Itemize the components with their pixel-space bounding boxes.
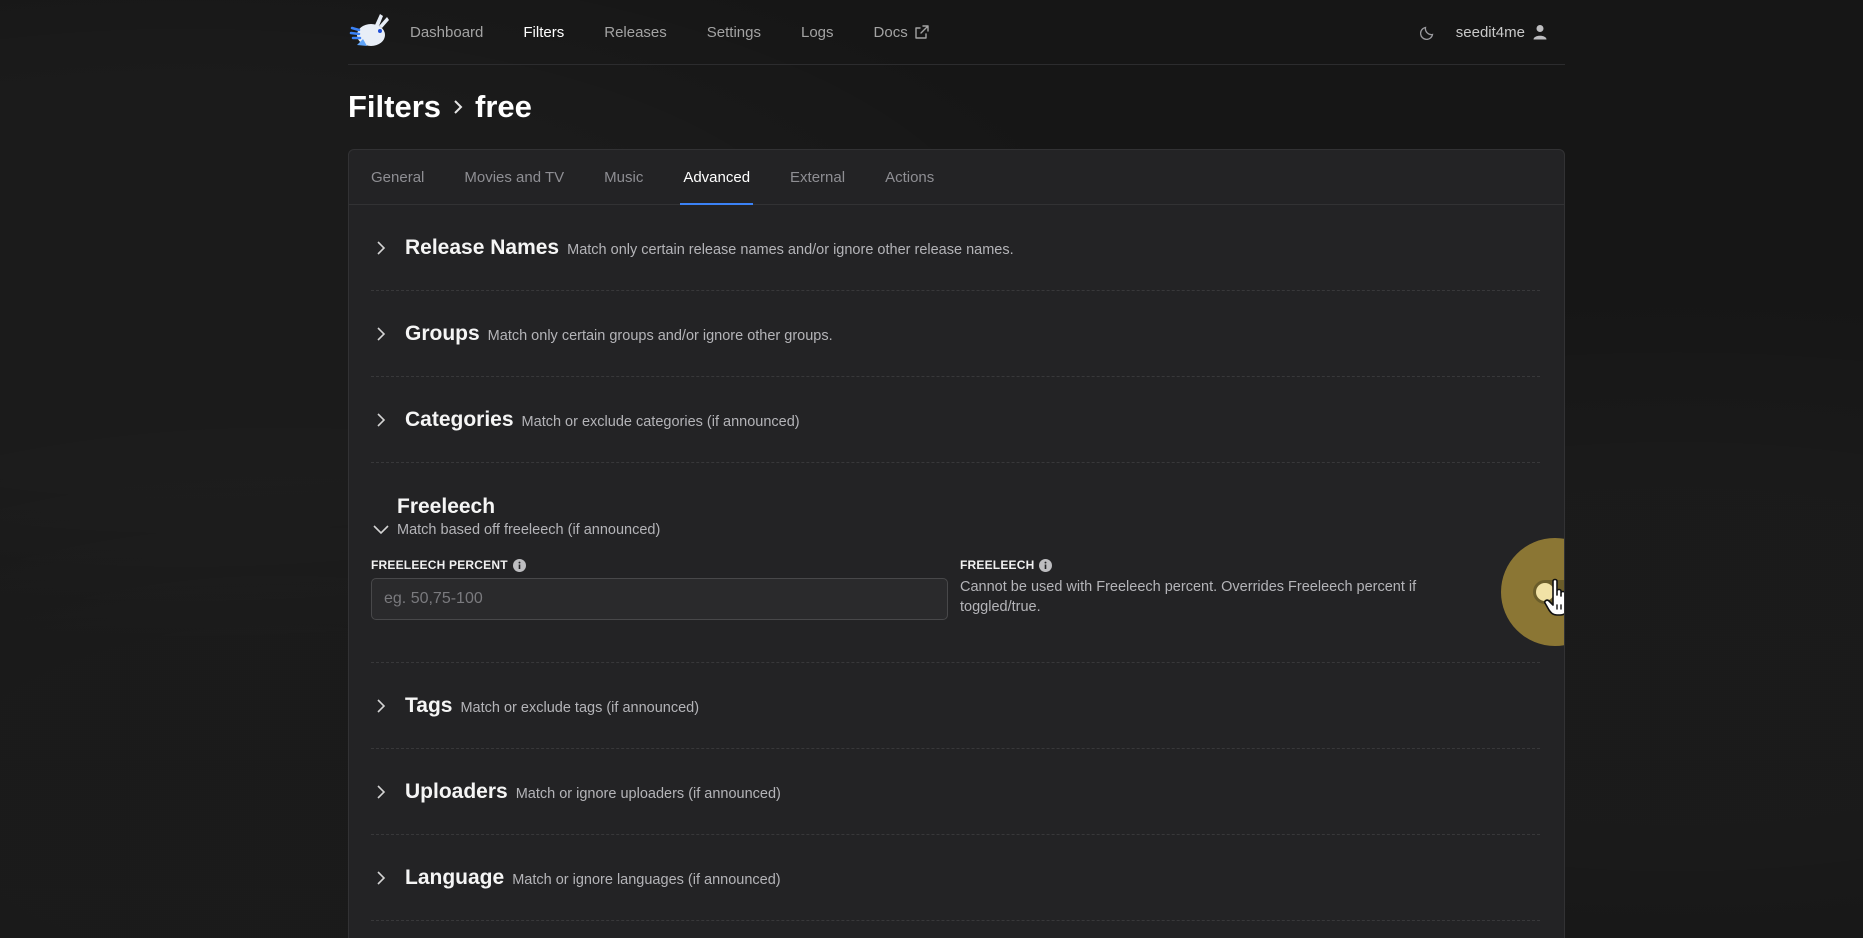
section-title: Language: [405, 865, 505, 889]
section-categories: Categories Match or exclude categories (…: [371, 377, 1540, 463]
chevron-right-icon: [371, 324, 391, 344]
section-description: Match or exclude categories (if announce…: [521, 413, 800, 430]
click-highlight: [1501, 538, 1564, 646]
section-description: Match only certain groups and/or ignore …: [487, 327, 833, 344]
app-container: Dashboard Filters Releases Settings Logs…: [348, 0, 1565, 938]
section-uploaders-header[interactable]: Uploaders Match or ignore uploaders (if …: [371, 780, 781, 804]
chevron-right-icon: [371, 868, 391, 888]
breadcrumb-root[interactable]: Filters: [348, 89, 441, 125]
section-uploaders: Uploaders Match or ignore uploaders (if …: [371, 749, 1540, 835]
tab-actions[interactable]: Actions: [885, 150, 934, 204]
section-title: Groups: [405, 321, 480, 345]
section-groups-header[interactable]: Groups Match only certain groups and/or …: [371, 322, 833, 346]
nav-settings[interactable]: Settings: [707, 24, 761, 41]
freeleech-percent-label-row: FREELEECH PERCENT: [371, 558, 948, 572]
filter-card: General Movies and TV Music Advanced Ext…: [348, 149, 1565, 938]
tab-advanced[interactable]: Advanced: [680, 150, 753, 205]
hand-pointer-icon: [1544, 578, 1564, 616]
nav-releases[interactable]: Releases: [604, 24, 667, 41]
section-description: Match only certain release names and/or …: [567, 241, 1014, 258]
breadcrumb-current: free: [475, 89, 532, 124]
nav-docs-label: Docs: [873, 23, 908, 41]
moon-icon[interactable]: [1419, 24, 1436, 40]
info-icon[interactable]: [512, 558, 526, 572]
freeleech-toggle-label: FREELEECH: [960, 558, 1035, 572]
breadcrumb: Filters free: [348, 87, 1565, 127]
freeleech-percent-input[interactable]: [371, 578, 948, 620]
section-freeleech-header[interactable]: Freeleech Match based off freeleech (if …: [371, 495, 1540, 538]
nav-dashboard[interactable]: Dashboard: [410, 24, 483, 41]
section-release-names: Release Names Match only certain release…: [371, 205, 1540, 291]
external-link-icon: [915, 25, 929, 39]
chevron-right-icon: [451, 97, 465, 117]
username: seedit4me: [1455, 23, 1525, 41]
section-description: Match or exclude tags (if announced): [460, 699, 700, 716]
info-icon[interactable]: [1039, 558, 1053, 572]
freeleech-titles: Freeleech Match based off freeleech (if …: [397, 495, 660, 538]
nav-logs[interactable]: Logs: [801, 24, 834, 41]
section-language: Language Match or ignore languages (if a…: [371, 835, 1540, 921]
section-title: Categories: [405, 407, 514, 431]
freeleech-toggle-group: FREELEECH Cannot be used with Freeleech …: [960, 558, 1440, 620]
tab-general[interactable]: General: [371, 150, 424, 204]
freeleech-percent-group: FREELEECH PERCENT: [371, 558, 948, 620]
nav-docs[interactable]: Docs: [874, 24, 930, 41]
section-language-header[interactable]: Language Match or ignore languages (if a…: [371, 866, 781, 890]
rabbit-logo-icon: [349, 14, 389, 46]
freeleech-percent-label: FREELEECH PERCENT: [371, 558, 508, 572]
section-groups: Groups Match only certain groups and/or …: [371, 291, 1540, 377]
chevron-right-icon: [371, 238, 391, 258]
chevron-right-icon: [371, 410, 391, 430]
section-title: Tags: [405, 693, 453, 717]
tab-external[interactable]: External: [790, 150, 845, 204]
freeleech-toggle-label-row: FREELEECH: [960, 558, 1440, 572]
freeleech-fields: FREELEECH PERCENT FREELEECH Canno: [371, 538, 1564, 646]
autobrr-logo[interactable]: [348, 10, 392, 54]
user-icon: [1533, 25, 1547, 40]
section-tags-header[interactable]: Tags Match or exclude tags (if announced…: [371, 694, 699, 718]
section-description: Match or ignore languages (if announced): [512, 871, 781, 888]
section-title: Uploaders: [405, 779, 508, 803]
top-nav: Dashboard Filters Releases Settings Logs…: [348, 0, 1565, 65]
section-freeleech: Freeleech Match based off freeleech (if …: [371, 463, 1564, 663]
nav-right: seedit4me: [1419, 24, 1547, 41]
user-menu[interactable]: seedit4me: [1456, 24, 1547, 41]
tab-movies-and-tv[interactable]: Movies and TV: [464, 150, 564, 204]
tab-music[interactable]: Music: [604, 150, 643, 204]
section-title: Freeleech: [397, 495, 496, 518]
section-release-names-header[interactable]: Release Names Match only certain release…: [371, 236, 1014, 260]
section-categories-header[interactable]: Categories Match or exclude categories (…: [371, 408, 800, 432]
tab-bar: General Movies and TV Music Advanced Ext…: [349, 150, 1564, 205]
section-title: Release Names: [405, 235, 560, 259]
section-tags: Tags Match or exclude tags (if announced…: [371, 663, 1540, 749]
section-description: Match based off freeleech (if announced): [397, 522, 661, 538]
freeleech-toggle-help: Cannot be used with Freeleech percent. O…: [960, 579, 1417, 615]
section-description: Match or ignore uploaders (if announced): [515, 785, 781, 802]
nav-filters[interactable]: Filters: [523, 24, 564, 41]
chevron-right-icon: [371, 696, 391, 716]
chevron-right-icon: [371, 782, 391, 802]
chevron-down-icon: [371, 522, 391, 536]
